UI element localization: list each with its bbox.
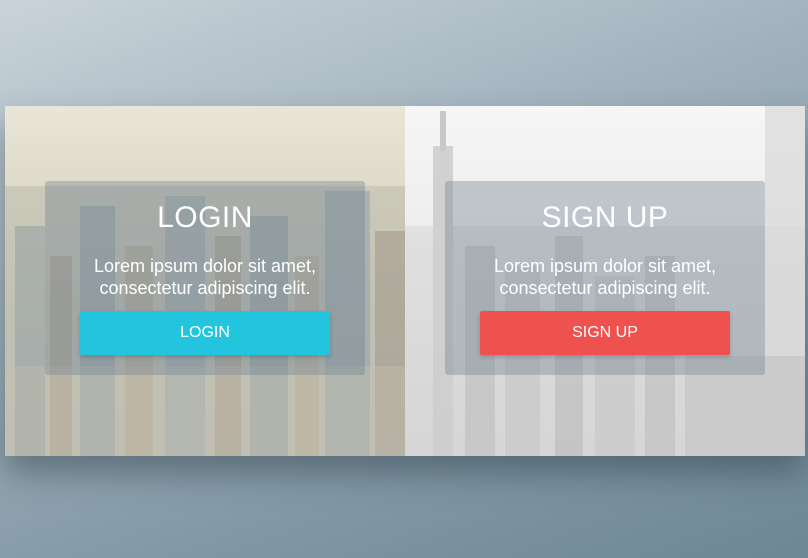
- signup-description: Lorem ipsum dolor sit amet, consectetur …: [493, 256, 717, 298]
- login-card: LOGIN Lorem ipsum dolor sit amet, consec…: [45, 181, 365, 375]
- signup-button[interactable]: SIGN UP: [480, 311, 730, 355]
- login-button[interactable]: LOGIN: [80, 311, 330, 355]
- signup-title: SIGN UP: [541, 201, 669, 234]
- login-description: Lorem ipsum dolor sit amet, consectetur …: [93, 256, 317, 298]
- signup-card: SIGN UP Lorem ipsum dolor sit amet, cons…: [445, 181, 765, 375]
- split-panel: LOGIN Lorem ipsum dolor sit amet, consec…: [5, 106, 805, 456]
- login-title: LOGIN: [157, 201, 253, 234]
